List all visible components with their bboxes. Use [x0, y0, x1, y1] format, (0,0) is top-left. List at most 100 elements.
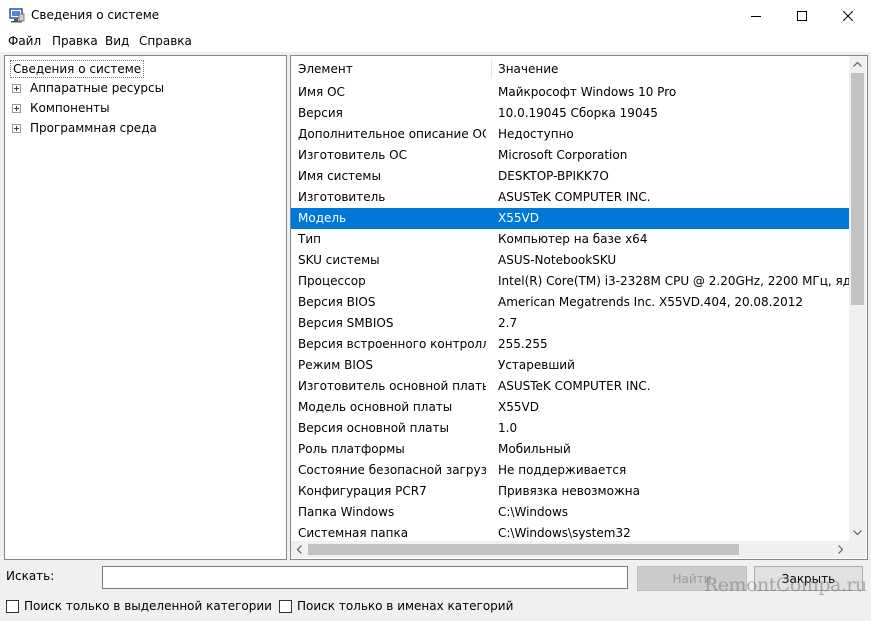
row-item-name: Модель основной платы	[298, 400, 453, 414]
row-item-name: Изготовитель	[298, 190, 386, 204]
row-item-value: Майкрософт Windows 10 Pro	[498, 85, 677, 99]
row-item-value: Устаревший	[498, 358, 575, 372]
table-row[interactable]: SKU системы ASUS-NotebookSKU	[291, 250, 849, 271]
table-row[interactable]: Изготовитель основной платы ASUSTeK COMPU…	[291, 376, 849, 397]
scroll-down-arrow-icon[interactable]	[849, 524, 866, 541]
table-row[interactable]: Версия SMBIOS 2.7	[291, 313, 849, 334]
vertical-scrollbar[interactable]	[849, 56, 866, 541]
row-item-name: Тип	[298, 232, 321, 246]
menu-bar: Файл Правка Вид Справка	[0, 31, 871, 52]
row-item-value: C:\Windows\system32	[498, 526, 631, 540]
table-row[interactable]: Процессор Intel(R) Core(TM) i3-2328M CPU …	[291, 271, 849, 292]
column-divider[interactable]	[491, 59, 492, 78]
row-item-value: DESKTOP-BPIKK7O	[498, 169, 609, 183]
minimize-button[interactable]	[733, 0, 779, 31]
table-row[interactable]: Состояние безопасной загрузк... Не поддер…	[291, 460, 849, 481]
search-category-names-option[interactable]: Поиск только в именах категорий	[279, 597, 513, 615]
row-item-name: Системная папка	[298, 526, 409, 540]
menu-edit[interactable]: Правка	[52, 34, 98, 48]
table-row[interactable]: Тип Компьютер на базе x64	[291, 229, 849, 250]
list-rows: Имя ОС Майкрософт Windows 10 Pro Версия 10.…	[291, 82, 849, 543]
window-title: Сведения о системе	[31, 8, 160, 22]
column-header-value[interactable]: Значение	[498, 62, 558, 76]
row-item-name: Версия BIOS	[298, 295, 376, 309]
row-item-name: Версия встроенного контролл...	[298, 337, 486, 351]
row-item-value: Мобильный	[498, 442, 571, 456]
table-row[interactable]: Имя системы DESKTOP-BPIKK7O	[291, 166, 849, 187]
table-row[interactable]: Модель основной платы X55VD	[291, 397, 849, 418]
scroll-right-arrow-icon[interactable]	[832, 541, 849, 558]
table-row[interactable]: Дополнительное описание ОС Недоступно	[291, 124, 849, 145]
row-item-value: American Megatrends Inc. X55VD.404, 20.0…	[498, 295, 804, 309]
expand-plus-icon[interactable]	[12, 104, 21, 113]
watermark: RemontCompa.ru	[704, 574, 867, 596]
horizontal-scroll-thumb[interactable]	[308, 544, 739, 555]
scroll-left-arrow-icon[interactable]	[291, 541, 308, 558]
menu-view[interactable]: Вид	[105, 34, 129, 48]
close-icon	[843, 10, 853, 21]
row-item-value: Привязка невозможна	[498, 484, 640, 498]
close-window-button[interactable]	[825, 0, 871, 31]
search-category-names-checkbox[interactable]	[279, 599, 292, 613]
tree-item-system-summary[interactable]: Сведения о системе	[10, 60, 145, 78]
tree-item-label: Аппаратные ресурсы	[30, 81, 165, 95]
category-tree[interactable]: Сведения о системе Аппаратные ресурсы Ко…	[4, 55, 287, 560]
expand-plus-icon[interactable]	[12, 84, 21, 93]
row-item-name: Дополнительное описание ОС	[298, 127, 486, 141]
column-header-item[interactable]: Элемент	[298, 62, 353, 76]
row-item-value: Не поддерживается	[498, 463, 627, 477]
row-item-value: 10.0.19045 Сборка 19045	[498, 106, 658, 120]
minimize-icon	[751, 15, 761, 17]
table-row[interactable]: Конфигурация PCR7 Привязка невозможна	[291, 481, 849, 502]
details-list[interactable]: Элемент Значение Имя ОС Майкрософт Window…	[290, 55, 868, 560]
expand-plus-icon[interactable]	[12, 124, 21, 133]
table-row[interactable]: Роль платформы Мобильный	[291, 439, 849, 460]
row-item-name: Роль платформы	[298, 442, 405, 456]
row-item-value: Intel(R) Core(TM) i3-2328M CPU @ 2.20GHz…	[498, 274, 849, 288]
row-item-name: Процессор	[298, 274, 366, 288]
menu-help[interactable]: Справка	[139, 34, 192, 48]
row-item-value: X55VD	[498, 400, 539, 414]
row-item-value: 255.255	[498, 337, 548, 351]
scroll-up-arrow-icon[interactable]	[849, 56, 866, 73]
row-item-value: 1.0	[498, 421, 518, 435]
search-input[interactable]	[102, 566, 628, 589]
tree-item-label: Компоненты	[30, 101, 110, 115]
title-bar: Сведения о системе	[0, 0, 871, 31]
row-item-name: Имя ОС	[298, 85, 345, 99]
row-item-value: Microsoft Corporation	[498, 148, 628, 162]
search-selected-category-option[interactable]: Поиск только в выделенной категории	[6, 597, 272, 615]
vertical-scroll-thumb[interactable]	[851, 73, 864, 305]
search-label: Искать:	[6, 569, 55, 583]
maximize-button[interactable]	[779, 0, 825, 31]
row-item-name: Версия	[298, 106, 343, 120]
row-item-name: Конфигурация PCR7	[298, 484, 427, 498]
table-row[interactable]: Папка Windows C:\Windows	[291, 502, 849, 523]
table-row[interactable]: Версия 10.0.19045 Сборка 19045	[291, 103, 849, 124]
table-row[interactable]: Изготовитель ОС Microsoft Corporation	[291, 145, 849, 166]
horizontal-scrollbar[interactable]	[291, 541, 849, 558]
scrollbar-corner	[849, 541, 866, 558]
checkbox-label: Поиск только в выделенной категории	[24, 599, 272, 613]
table-row[interactable]: Имя ОС Майкрософт Windows 10 Pro	[291, 82, 849, 103]
table-row[interactable]: Версия BIOS American Megatrends Inc. X55V…	[291, 292, 849, 313]
row-item-value: ASUSTeK COMPUTER INC.	[498, 379, 651, 393]
row-item-name: Модель	[298, 211, 347, 225]
row-item-value: C:\Windows	[498, 505, 569, 519]
row-item-value: Компьютер на базе x64	[498, 232, 648, 246]
row-item-name: Версия основной платы	[298, 421, 449, 435]
row-item-name: Состояние безопасной загрузк...	[298, 463, 486, 477]
row-item-value: ASUSTeK COMPUTER INC.	[498, 190, 651, 204]
table-row[interactable]: Изготовитель ASUSTeK COMPUTER INC.	[291, 187, 849, 208]
menu-file[interactable]: Файл	[8, 34, 41, 48]
row-item-value: Недоступно	[498, 127, 574, 141]
maximize-icon	[797, 10, 807, 21]
tree-item-label: Программная среда	[30, 121, 157, 135]
table-row[interactable]: Версия основной платы 1.0	[291, 418, 849, 439]
search-selected-category-checkbox[interactable]	[6, 599, 19, 613]
table-row[interactable]: Системная папка C:\Windows\system32	[291, 523, 849, 543]
table-row[interactable]: Модель X55VD	[291, 208, 849, 229]
row-item-name: Версия SMBIOS	[298, 316, 394, 330]
table-row[interactable]: Режим BIOS Устаревший	[291, 355, 849, 376]
table-row[interactable]: Версия встроенного контролл... 255.255	[291, 334, 849, 355]
